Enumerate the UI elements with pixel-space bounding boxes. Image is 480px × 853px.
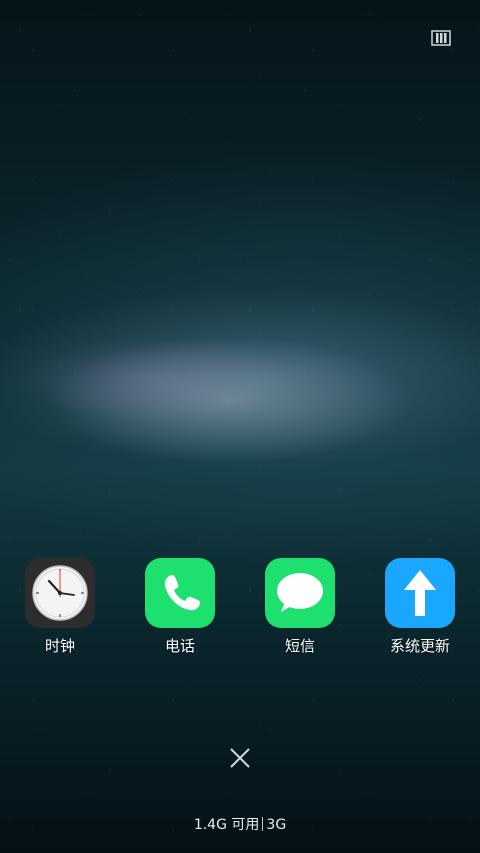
memory-available: 1.4G 可用 <box>193 817 260 833</box>
memory-total: 3G <box>266 817 287 833</box>
close-icon[interactable] <box>228 746 252 770</box>
recent-app-label: 时钟 <box>44 637 75 655</box>
upload-arrow-icon <box>385 558 455 628</box>
clock-icon <box>25 558 95 628</box>
recent-app-clock[interactable]: 时钟 <box>10 558 110 656</box>
recent-app-label: 系统更新 <box>389 637 450 655</box>
memory-divider <box>262 817 264 831</box>
recent-app-system-update[interactable]: 系统更新 <box>370 558 470 656</box>
view-mode-icon[interactable] <box>431 30 451 46</box>
recent-app-label: 短信 <box>284 637 315 655</box>
phone-icon <box>145 558 215 628</box>
recent-apps-row: 时钟 电话 短信 系统更新 <box>0 558 480 668</box>
wallpaper-stars <box>0 0 480 853</box>
wallpaper-stars-layer <box>0 0 480 853</box>
memory-status: 1.4G 可用 3G <box>0 815 480 835</box>
recent-app-phone[interactable]: 电话 <box>130 558 230 656</box>
message-icon <box>265 558 335 628</box>
recents-screen: 时钟 电话 短信 系统更新 1.4G 可用 3G <box>0 0 480 853</box>
recent-app-messages[interactable]: 短信 <box>250 558 350 656</box>
recent-app-label: 电话 <box>164 637 195 655</box>
